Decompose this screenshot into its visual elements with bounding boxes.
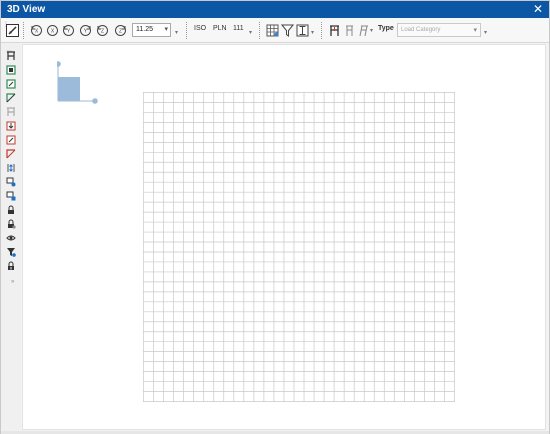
plot-blue-2-icon[interactable] [6,191,16,201]
frame-red-icon[interactable] [6,135,16,145]
beam-gray-icon[interactable] [6,107,16,117]
rotate-left-y-button[interactable]: Y [62,23,75,38]
close-button[interactable]: ✕ [533,2,543,16]
rotate-x-button[interactable]: X [46,23,59,38]
load-category-placeholder: Load Category [401,27,441,33]
filter-icon [281,24,294,37]
member-italic-button[interactable] [357,23,370,38]
x-axis-handle[interactable] [92,98,98,104]
rotate-left-z-button[interactable]: Z [96,23,109,38]
title-bar: 3D View ✕ [1,1,549,18]
view-more-dropdown[interactable]: ▾ [249,29,252,36]
3d-canvas[interactable] [22,44,546,430]
chevron-down-icon: ▾ [473,27,477,34]
svg-text:X: X [35,29,39,35]
grid-table-button[interactable] [266,23,279,38]
rotate-left-z-icon: Z [97,25,108,36]
grid-table-icon [266,24,279,37]
lock-arrow-icon[interactable] [6,261,16,271]
plan-view-button[interactable]: PLN [213,25,227,32]
member-italic-icon [359,25,368,37]
side-toolbar: ⋯ » [1,43,21,431]
rotate-left-x-icon: X [31,25,42,36]
sidebar-more[interactable]: » [11,279,14,285]
filter-blue-icon[interactable] [6,247,16,257]
rotate-x-icon: X [47,25,58,36]
rotate-y-icon: Y [80,25,91,36]
brace-green-icon[interactable] [6,93,16,103]
rotation-more-dropdown[interactable]: ▾ [175,29,178,36]
model-grid [143,92,455,402]
toolbar-separator [259,22,260,39]
view-cube-face [58,77,80,101]
eye-icon[interactable] [6,233,16,243]
beam-icon[interactable] [6,51,16,61]
view-toolbar: ⋮ X X Y Y Z Z 11.25 ▾ ▾ ISO PLN 111 [1,18,549,43]
pointer-button[interactable] [6,23,19,38]
filter-button[interactable] [281,23,294,38]
category-more-dropdown[interactable]: ▾ [484,29,487,36]
scale-blue-icon[interactable] [6,163,16,173]
type-label: Type [378,25,394,32]
slash-red-icon[interactable] [6,149,16,159]
lock-icon[interactable] [6,205,16,215]
display-more-dropdown[interactable]: ▾ [311,29,314,36]
svg-text:Y: Y [67,29,71,35]
view-cube[interactable] [57,61,102,106]
3d-view-window: 3D View ✕ ⋮ X X Y Y Z Z 11.25 ▾ ▾ [0,0,550,434]
rotate-left-y-icon: Y [63,25,74,36]
iso-view-button[interactable]: ISO [194,25,206,32]
y-axis-handle[interactable] [57,61,61,67]
member-load-button[interactable] [328,23,341,38]
plot-blue-icon[interactable] [6,177,16,187]
toolbar-separator [321,22,322,39]
display-options-button[interactable] [296,23,309,38]
toolbar-separator [186,22,187,39]
frame-green-icon[interactable] [6,65,16,75]
rotate-z-icon: Z [115,25,126,36]
lock-gear-icon[interactable] [6,219,16,229]
load-category-select[interactable]: Load Category ▾ [397,23,481,37]
pointer-icon [6,24,19,37]
display-options-icon [296,24,309,37]
plate-green-icon[interactable] [6,79,16,89]
svg-text:Z: Z [119,29,122,35]
rotate-y-button[interactable]: Y [79,23,92,38]
svg-text:Z: Z [101,29,104,35]
chevron-down-icon: ▾ [164,26,168,33]
rotation-angle-select[interactable]: 11.25 ▾ [132,23,171,37]
toolbar-separator [23,22,24,39]
member-outline-button[interactable] [343,23,356,38]
window-title: 3D View [7,4,46,15]
member-more-dropdown[interactable]: ▾ [370,27,373,34]
rotate-z-button[interactable]: Z [114,23,127,38]
rotate-left-x-button[interactable]: X [30,23,43,38]
member-load-icon [330,25,339,36]
rotation-angle-value: 11.25 [136,26,153,33]
member-outline-icon [346,25,353,36]
svg-text:X: X [51,29,55,35]
load-red-icon[interactable] [6,121,16,131]
view-111-button[interactable]: 111 [233,25,244,32]
